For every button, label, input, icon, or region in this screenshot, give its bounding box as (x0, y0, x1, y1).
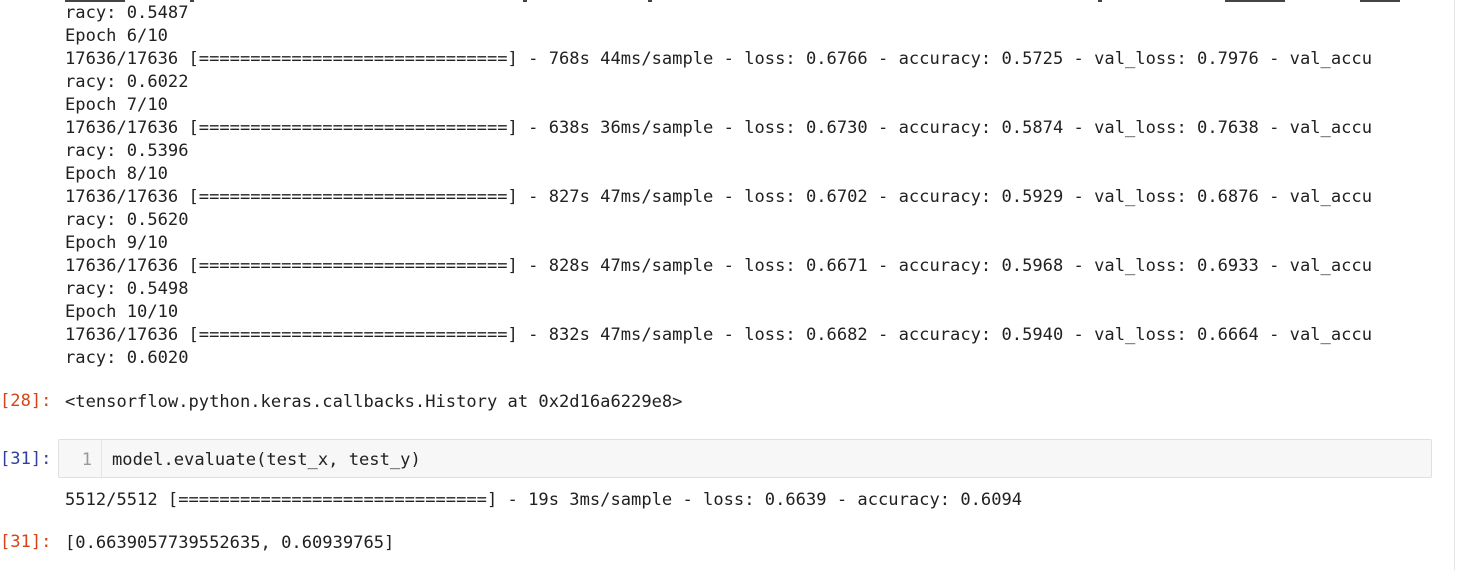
output-line: 17636/17636 [===========================… (65, 49, 1372, 69)
history-output-text: <tensorflow.python.keras.callbacks.Histo… (65, 392, 683, 412)
evaluate-result-text: [0.6639057739552635, 0.60939765] (65, 533, 395, 553)
output-line: 17636/17636 [===========================… (65, 325, 1372, 345)
code-input-area[interactable]: 1 model.evaluate(test_x, test_y) (58, 439, 1432, 478)
notebook-panel: racy: 0.5487 Epoch 6/10 17636/17636 [=====… (0, 0, 1455, 570)
output-line: racy: 0.6022 (65, 72, 189, 92)
training-stream-output: racy: 0.5487 Epoch 6/10 17636/17636 [=====… (65, 2, 1372, 370)
output-line: racy: 0.5487 (65, 3, 189, 23)
output-line: 17636/17636 [===========================… (65, 187, 1372, 207)
output-line: racy: 0.6020 (65, 348, 189, 368)
right-gutter (1455, 0, 1482, 570)
output-line: racy: 0.5396 (65, 141, 189, 161)
output-line: Epoch 9/10 (65, 233, 168, 253)
output-line: racy: 0.5620 (65, 210, 189, 230)
output-line: 17636/17636 [===========================… (65, 118, 1372, 138)
output-line: Epoch 8/10 (65, 164, 168, 184)
line-number-gutter: 1 (59, 440, 102, 477)
output-line: Epoch 7/10 (65, 95, 168, 115)
output-line: Epoch 6/10 (65, 26, 168, 46)
line-number: 1 (81, 450, 92, 470)
output-line: Epoch 10/10 (65, 302, 179, 322)
output-line: racy: 0.5498 (65, 279, 189, 299)
output-prompt-28: [28]: (0, 391, 52, 411)
notebook-page: racy: 0.5487 Epoch 6/10 17636/17636 [=====… (0, 0, 1482, 570)
evaluate-stream-output: 5512/5512 [=============================… (65, 490, 1023, 510)
input-prompt-31: [31]: (0, 449, 52, 469)
output-line: 17636/17636 [===========================… (65, 256, 1372, 276)
code-line[interactable]: model.evaluate(test_x, test_y) (112, 450, 421, 470)
output-prompt-31: [31]: (0, 532, 52, 552)
